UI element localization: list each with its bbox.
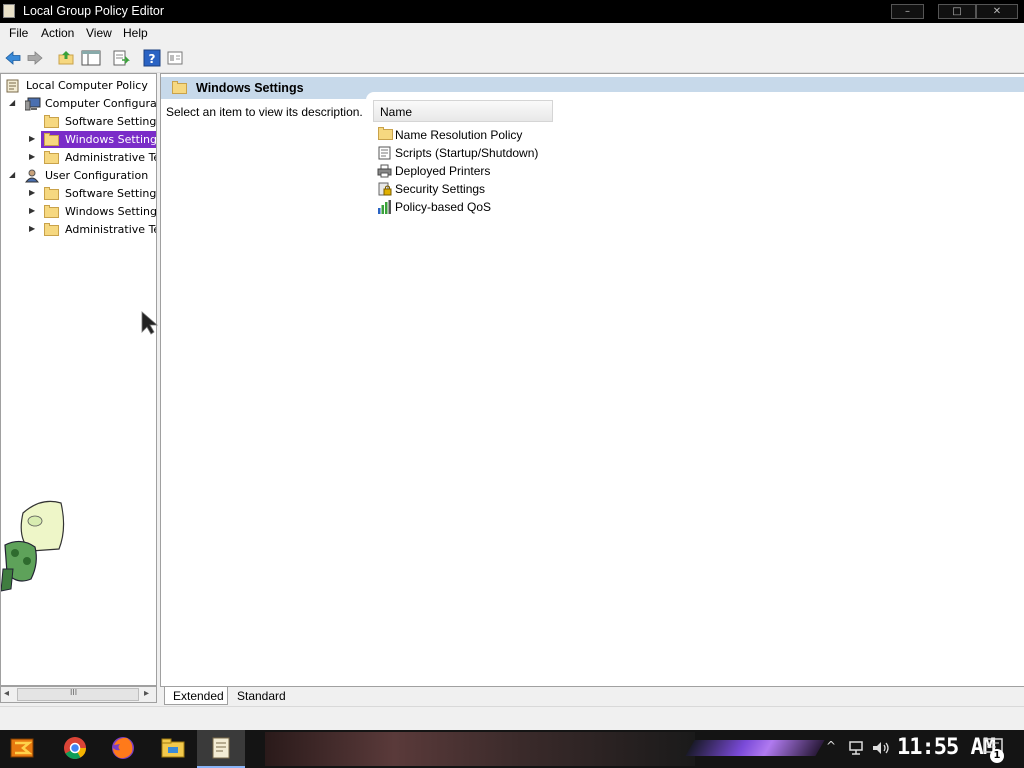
- status-bar: [0, 706, 1024, 731]
- printer-icon: [377, 164, 392, 178]
- tab-label: Extended: [173, 689, 224, 703]
- show-hidden-icons-icon[interactable]: ^: [826, 739, 836, 753]
- list-item-label: Policy-based QoS: [395, 200, 492, 214]
- taskbar-accent-image: [685, 740, 825, 756]
- tree-item-cc-windows-settings[interactable]: ▶ Windows Setting: [1, 131, 156, 149]
- mouse-cursor-icon: [141, 311, 159, 335]
- tree-label: Administrative Te: [65, 223, 157, 236]
- tree-item-computer-configuration[interactable]: ◢ Computer Configurati: [1, 95, 156, 113]
- user-icon: [25, 169, 40, 183]
- folder-icon: [44, 223, 59, 236]
- group-policy-icon[interactable]: [208, 735, 234, 761]
- tree-item-user-configuration[interactable]: ◢ User Configuration: [1, 167, 156, 185]
- back-icon[interactable]: [4, 49, 22, 67]
- maximize-button[interactable]: □: [938, 4, 976, 19]
- file-explorer-icon[interactable]: [160, 735, 186, 761]
- help-icon[interactable]: ?: [143, 49, 161, 67]
- script-icon: [378, 146, 391, 160]
- tree-label: Administrative Te: [65, 151, 157, 164]
- header-curve: [366, 92, 1024, 100]
- tree-item-local-computer-policy[interactable]: Local Computer Policy: [1, 77, 156, 95]
- scroll-thumb[interactable]: III: [17, 688, 139, 701]
- expand-icon[interactable]: ▶: [29, 206, 35, 215]
- close-button[interactable]: ✕: [976, 4, 1018, 19]
- show-hide-tree-icon[interactable]: [81, 49, 101, 67]
- tab-standard[interactable]: Standard: [228, 687, 294, 705]
- folder-icon: [172, 81, 187, 94]
- tab-label: Standard: [237, 689, 286, 703]
- tree-label: Local Computer Policy: [26, 79, 148, 92]
- expand-icon[interactable]: ▶: [29, 224, 35, 233]
- volume-icon[interactable]: [871, 740, 891, 756]
- pane-title: Windows Settings: [196, 81, 304, 95]
- column-header-label: Name: [380, 105, 413, 119]
- title-bar: Local Group Policy Editor – □ ✕: [0, 0, 1024, 23]
- expand-icon[interactable]: ▶: [29, 188, 35, 197]
- menu-bar: File Action View Help: [0, 23, 1024, 44]
- qos-chart-icon: [378, 200, 391, 214]
- collapse-icon[interactable]: ◢: [9, 170, 15, 179]
- description-text: Select an item to view its description.: [166, 105, 363, 119]
- menu-view[interactable]: View: [86, 26, 112, 40]
- list-item-label: Name Resolution Policy: [395, 128, 523, 142]
- svg-text:?: ?: [149, 52, 156, 66]
- toolbar: ?: [0, 44, 1024, 73]
- security-icon: [378, 182, 392, 196]
- folder-icon: [44, 115, 59, 128]
- folder-icon: [44, 205, 59, 218]
- policy-scroll-icon: [6, 79, 19, 93]
- window-title: Local Group Policy Editor: [23, 4, 165, 18]
- taskbar-wallpaper-image: [265, 732, 695, 766]
- properties-icon[interactable]: [166, 49, 184, 67]
- scroll-grip-icon: III: [70, 688, 78, 697]
- tree-label: User Configuration: [45, 169, 149, 182]
- chrome-icon[interactable]: [62, 735, 88, 761]
- start-icon[interactable]: [9, 735, 35, 761]
- minimize-button[interactable]: –: [891, 4, 924, 19]
- tree-item-cc-software-settings[interactable]: Software Setting: [1, 113, 156, 131]
- collapse-icon[interactable]: ◢: [9, 98, 15, 107]
- tree-item-uc-administrative-templates[interactable]: ▶ Administrative Te: [1, 221, 156, 239]
- up-folder-icon[interactable]: [57, 49, 75, 67]
- tab-extended[interactable]: Extended: [164, 687, 228, 705]
- forward-icon[interactable]: [26, 49, 44, 67]
- network-icon[interactable]: [847, 740, 865, 756]
- tree-label: Software Setting: [65, 115, 157, 128]
- menu-action[interactable]: Action: [41, 26, 74, 40]
- taskbar-clock[interactable]: 11:55 AM: [897, 735, 996, 760]
- menu-help[interactable]: Help: [123, 26, 148, 40]
- expand-icon[interactable]: ▶: [29, 134, 35, 143]
- notification-count-badge: 1: [990, 749, 1004, 763]
- tree-item-uc-windows-settings[interactable]: ▶ Windows Setting:: [1, 203, 156, 221]
- tree-label: Computer Configurati: [45, 97, 157, 110]
- firefox-icon[interactable]: [110, 735, 136, 761]
- folder-icon: [44, 187, 59, 200]
- folder-icon: [44, 133, 59, 146]
- tree-item-cc-administrative-templates[interactable]: ▶ Administrative Te: [1, 149, 156, 167]
- view-tabs: Extended Standard: [160, 686, 1024, 707]
- computer-icon: [25, 97, 41, 111]
- console-tree: Local Computer Policy ◢ Computer Configu…: [0, 73, 157, 686]
- folder-icon: [44, 151, 59, 164]
- list-item-label: Security Settings: [395, 182, 486, 196]
- scroll-left-arrow-icon[interactable]: ◂: [4, 688, 9, 699]
- tree-label: Software Setting: [65, 187, 157, 200]
- tree-horizontal-scrollbar[interactable]: ◂ III ▸: [0, 686, 157, 703]
- taskbar: ^ 11:55 AM 1: [0, 730, 1024, 768]
- scroll-right-arrow-icon[interactable]: ▸: [144, 688, 149, 699]
- tree-label: Windows Setting: [65, 133, 157, 146]
- list-item-label: Deployed Printers: [395, 164, 491, 178]
- app-icon: [3, 4, 15, 18]
- details-pane: Windows Settings Select an item to view …: [160, 73, 1024, 686]
- export-list-icon[interactable]: [112, 49, 130, 67]
- expand-icon[interactable]: ▶: [29, 152, 35, 161]
- menu-file[interactable]: File: [9, 26, 28, 40]
- column-header-name[interactable]: Name: [373, 100, 553, 122]
- folder-icon: [378, 127, 393, 140]
- tree-label: Windows Setting:: [65, 205, 157, 218]
- list-item-label: Scripts (Startup/Shutdown): [395, 146, 539, 160]
- character-sticker-image: [1, 500, 65, 592]
- tree-item-uc-software-settings[interactable]: ▶ Software Setting: [1, 185, 156, 203]
